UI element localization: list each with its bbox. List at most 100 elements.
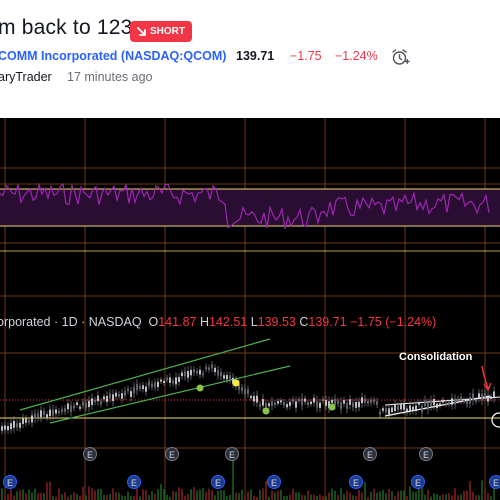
candle-body — [298, 399, 300, 402]
earnings-marker[interactable]: E — [127, 475, 141, 489]
volume-bar — [4, 495, 6, 500]
earnings-marker[interactable]: E — [411, 475, 425, 489]
alarm-clock-plus-icon[interactable] — [390, 47, 410, 67]
candle-body — [319, 402, 321, 408]
candle-body — [253, 396, 255, 402]
earnings-marker[interactable]: E — [363, 447, 377, 461]
candle-body — [259, 404, 261, 408]
volume-bar — [487, 492, 489, 500]
candle-body — [457, 398, 459, 402]
candle-body — [97, 395, 99, 402]
candle-body — [88, 400, 90, 408]
candle-body — [37, 413, 39, 418]
candle-body — [73, 405, 75, 409]
author-name[interactable]: aryTrader — [0, 70, 52, 84]
volume-bar — [316, 495, 318, 500]
signal-marker — [196, 384, 204, 392]
volume-bar — [271, 490, 273, 500]
legend-low-label: L — [250, 315, 258, 329]
candle-body — [229, 375, 231, 380]
candle-body — [409, 405, 411, 412]
short-badge[interactable]: SHORT — [130, 21, 192, 42]
earnings-marker[interactable]: E — [267, 475, 281, 489]
candle-body — [76, 402, 78, 405]
volume-bar — [436, 494, 438, 500]
candle-body — [307, 402, 309, 405]
volume-bar — [451, 495, 453, 500]
volume-bar — [250, 489, 252, 500]
earnings-marker-label: E — [215, 478, 221, 488]
candle-body — [475, 399, 477, 402]
volume-bar — [445, 494, 447, 500]
volume-bar — [10, 489, 12, 500]
candle-body — [277, 401, 279, 404]
candle-body — [373, 399, 375, 403]
candle-body — [247, 389, 249, 394]
volume-bar — [358, 490, 360, 500]
volume-bar — [457, 495, 459, 500]
earnings-marker-label: E — [367, 450, 373, 460]
candle-body — [466, 400, 468, 405]
candle-body — [268, 403, 270, 407]
volume-bar — [391, 491, 393, 500]
volume-bar — [37, 493, 39, 500]
candle-body — [142, 385, 144, 389]
volume-bar — [121, 495, 123, 500]
candle-body — [280, 400, 282, 403]
candle-body — [70, 405, 72, 412]
candle-body — [55, 409, 57, 414]
volume-bar — [403, 490, 405, 500]
volume-bar — [82, 486, 84, 500]
candle-body — [139, 385, 141, 389]
candle-body — [256, 395, 258, 403]
candle-body — [397, 405, 399, 411]
volume-bar — [406, 496, 408, 500]
candle-body — [388, 408, 390, 415]
volume-bar — [70, 494, 72, 500]
symbol-link[interactable]: COMM Incorporated (NASDAQ:QCOM) — [0, 49, 226, 63]
earnings-marker[interactable]: E — [349, 475, 363, 489]
volume-bar — [46, 482, 48, 500]
earnings-marker[interactable]: E — [419, 447, 433, 461]
candle-body — [325, 400, 327, 406]
earnings-marker[interactable]: E — [489, 475, 500, 489]
candle-body — [46, 414, 48, 418]
candle-body — [418, 402, 420, 405]
volume-bar — [100, 488, 102, 500]
legend-change: −1.75 — [350, 315, 382, 329]
volume-bar — [370, 491, 372, 500]
volume-bar — [178, 487, 180, 500]
legend-symbol-name: orporated — [0, 315, 51, 329]
volume-bar — [52, 495, 54, 500]
candle-body — [145, 386, 147, 392]
earnings-marker[interactable]: E — [165, 447, 179, 461]
earnings-marker[interactable]: E — [83, 447, 97, 461]
idea-title: m back to 123 — [0, 16, 133, 39]
earnings-marker[interactable]: E — [225, 447, 239, 461]
price-chart[interactable]: E E E E E E E E E E E E orporated · 1D ·… — [0, 118, 500, 500]
chart-canvas[interactable]: E E E E E E E E E E E E — [0, 118, 500, 500]
candle-body — [193, 369, 195, 373]
earnings-markers: E E E E E E E E E E E E — [3, 447, 500, 489]
volume-bar — [478, 495, 480, 500]
consolidation-label: Consolidation — [399, 351, 473, 363]
chart-legend[interactable]: orporated · 1D · NASDAQ O141.87 H142.51 … — [0, 315, 436, 329]
earnings-marker-label: E — [7, 478, 13, 488]
earnings-marker-label: E — [271, 478, 277, 488]
candle-body — [4, 425, 6, 430]
volume-bar — [112, 488, 114, 500]
earnings-marker-label: E — [87, 450, 93, 460]
volume-bar — [373, 488, 375, 500]
candle-body — [25, 418, 27, 423]
candle-body — [433, 399, 435, 406]
candle-body — [385, 407, 387, 413]
earnings-marker[interactable]: E — [3, 475, 17, 489]
volume-bar — [490, 496, 492, 500]
candle-body — [220, 372, 222, 377]
earnings-marker[interactable]: E — [211, 475, 225, 489]
candle-body — [370, 399, 372, 404]
volume-bar — [28, 489, 30, 500]
legend-separator: · — [54, 315, 62, 329]
legend-open-label: O — [148, 315, 159, 329]
volume-bar — [394, 496, 396, 500]
